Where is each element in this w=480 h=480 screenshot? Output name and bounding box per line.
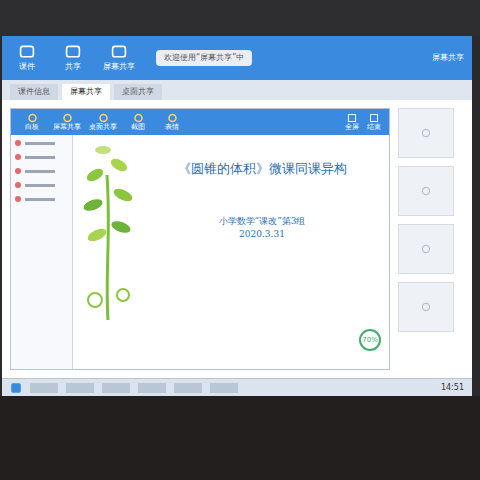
- taskbar-item[interactable]: [102, 383, 130, 393]
- slide-text: 《圆锥的体积》微课同课异构小学数学“课改”第3组2020.3.31: [143, 135, 389, 369]
- toolbar-label: 课件: [19, 62, 35, 72]
- member-dot: [15, 154, 21, 160]
- zoom-badge: 70%: [359, 329, 381, 351]
- video-slot: [398, 282, 454, 332]
- screen: 课件共享屏幕共享欢迎使用“屏幕共享”中屏幕共享课件信息屏幕共享桌面共享白板屏幕共…: [2, 36, 472, 396]
- slide: 《圆锥的体积》微课同课异构小学数学“课改”第3组2020.3.3170%: [73, 135, 389, 369]
- tool-icon: [98, 113, 109, 123]
- top-bezel: [0, 0, 480, 36]
- camera-icon: [420, 127, 432, 139]
- control-label: 结束: [367, 123, 381, 132]
- toolbar-button[interactable]: 共享: [56, 44, 90, 72]
- member-dot: [15, 140, 21, 146]
- control-label: 全屏: [345, 123, 359, 132]
- taskbar-item[interactable]: [138, 383, 166, 393]
- start-icon: [10, 382, 22, 394]
- member-row: [15, 195, 68, 203]
- camera-icon: [420, 243, 432, 255]
- tab-bar: 课件信息屏幕共享桌面共享: [2, 80, 472, 100]
- toolbar-label: 共享: [65, 62, 81, 72]
- member-dot: [15, 182, 21, 188]
- taskbar-item[interactable]: [174, 383, 202, 393]
- inner-tool[interactable]: 桌面共享: [89, 113, 117, 132]
- member-row: [15, 181, 68, 189]
- camera-icon: [420, 301, 432, 313]
- leaf-tree-icon: [73, 135, 143, 325]
- inner-tool-label: 桌面共享: [89, 123, 117, 132]
- slide-date: 2020.3.31: [239, 228, 285, 242]
- member-dot: [15, 168, 21, 174]
- member-bar: [25, 156, 55, 159]
- taskbar: 14:51: [2, 378, 472, 396]
- tool-icon: [27, 113, 38, 123]
- inner-tool[interactable]: 表情: [159, 113, 185, 132]
- member-row: [15, 139, 68, 147]
- video-slot: [398, 166, 454, 216]
- inner-tool-label: 表情: [165, 123, 179, 132]
- member-bar: [25, 184, 55, 187]
- inner-body: 《圆锥的体积》微课同课异构小学数学“课改”第3组2020.3.3170%: [11, 135, 389, 369]
- tool-icon: [18, 44, 36, 60]
- video-slot: [398, 108, 454, 158]
- video-panel: [398, 108, 454, 370]
- tool-icon: [62, 113, 73, 123]
- clock: 14:51: [441, 382, 464, 394]
- content: 白板 屏幕共享桌面共享 截图 表情 全屏结束《圆锥的体积》微课同课异构小学数学“课改”第…: [2, 100, 472, 378]
- notice: 欢迎使用“屏幕共享”中: [156, 50, 252, 66]
- toolbar-label: 屏幕共享: [103, 62, 135, 72]
- tool-icon: [64, 44, 82, 60]
- toolbar-button[interactable]: 课件: [10, 44, 44, 72]
- window-title: 屏幕共享: [432, 52, 464, 64]
- member-row: [15, 153, 68, 161]
- inner-controls: 全屏结束: [345, 113, 381, 132]
- tool-icon: [133, 113, 144, 123]
- member-bar: [25, 198, 55, 201]
- inner-tool-label: 屏幕共享: [53, 123, 81, 132]
- taskbar-item[interactable]: [30, 383, 58, 393]
- inner-tool-label: 截图: [131, 123, 145, 132]
- tool-icon: [167, 113, 178, 123]
- tab[interactable]: 屏幕共享: [62, 84, 110, 100]
- taskbar-item[interactable]: [210, 383, 238, 393]
- control-icon: [347, 113, 357, 123]
- camera-icon: [420, 185, 432, 197]
- member-dot: [15, 196, 21, 202]
- slide-title: 《圆锥的体积》微课同课异构: [178, 159, 347, 179]
- tab[interactable]: 桌面共享: [114, 84, 162, 100]
- tool-icon: [110, 44, 128, 60]
- member-row: [15, 167, 68, 175]
- inner-toolbar: 白板 屏幕共享桌面共享 截图 表情 全屏结束: [11, 109, 389, 135]
- toolbar-button[interactable]: 屏幕共享: [102, 44, 136, 72]
- control-button[interactable]: 全屏: [345, 113, 359, 132]
- inner-tool[interactable]: 屏幕共享: [53, 113, 81, 132]
- member-bar: [25, 142, 55, 145]
- member-list: [11, 135, 73, 369]
- inner-window: 白板 屏幕共享桌面共享 截图 表情 全屏结束《圆锥的体积》微课同课异构小学数学“课改”第…: [10, 108, 390, 370]
- member-bar: [25, 170, 55, 173]
- control-icon: [369, 113, 379, 123]
- bottom-bezel: [0, 396, 480, 480]
- slide-subtitle: 小学数学“课改”第3组: [219, 215, 306, 229]
- inner-tool-label: 白板: [25, 123, 39, 132]
- inner-tool[interactable]: 白板: [19, 113, 45, 132]
- control-button[interactable]: 结束: [367, 113, 381, 132]
- tab[interactable]: 课件信息: [10, 84, 58, 100]
- video-slot: [398, 224, 454, 274]
- taskbar-item[interactable]: [66, 383, 94, 393]
- top-toolbar: 课件共享屏幕共享欢迎使用“屏幕共享”中屏幕共享: [2, 36, 472, 80]
- inner-tool[interactable]: 截图: [125, 113, 151, 132]
